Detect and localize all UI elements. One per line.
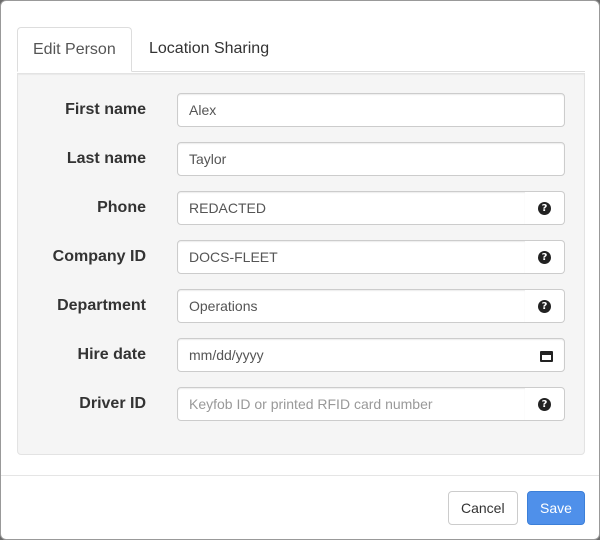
first-name-input[interactable]: Alex (177, 93, 565, 127)
calendar-icon[interactable] (540, 349, 553, 362)
department-help-button[interactable]: ? (525, 289, 565, 323)
last-name-row: Last name Taylor (18, 142, 584, 176)
last-name-input[interactable]: Taylor (177, 142, 565, 176)
edit-person-form: First name Alex Last name Taylor Phone R… (17, 73, 585, 455)
first-name-label: First name (65, 101, 146, 118)
tab-edit-person[interactable]: Edit Person (17, 27, 132, 72)
hire-date-value: mm/dd/yyyy (189, 347, 264, 363)
phone-label: Phone (97, 199, 146, 216)
company-id-input[interactable]: DOCS-FLEET (177, 240, 526, 274)
department-label: Department (57, 297, 146, 314)
department-row: Department Operations ? (18, 289, 584, 323)
tab-location-sharing[interactable]: Location Sharing (134, 27, 284, 72)
department-input[interactable]: Operations (177, 289, 526, 323)
driver-id-help-button[interactable]: ? (525, 387, 565, 421)
hire-date-row: Hire date mm/dd/yyyy (18, 338, 584, 372)
tab-bar: Edit Person Location Sharing (17, 27, 585, 72)
last-name-label: Last name (66, 150, 146, 167)
cancel-button[interactable]: Cancel (448, 491, 518, 525)
phone-help-button[interactable]: ? (525, 191, 565, 225)
first-name-row: First name Alex (18, 93, 584, 127)
driver-id-input[interactable]: Keyfob ID or printed RFID card number (177, 387, 526, 421)
edit-person-modal: Edit Person Location Sharing First name … (0, 0, 600, 540)
driver-id-row: Driver ID Keyfob ID or printed RFID card… (18, 387, 584, 421)
modal-footer-divider (1, 475, 599, 476)
company-id-row: Company ID DOCS-FLEET ? (18, 240, 584, 274)
phone-input[interactable]: REDACTED (177, 191, 526, 225)
question-circle-icon: ? (538, 201, 551, 215)
company-id-label: Company ID (52, 248, 146, 265)
driver-id-label: Driver ID (79, 395, 146, 412)
question-circle-icon: ? (538, 250, 551, 264)
hire-date-label: Hire date (77, 346, 146, 363)
hire-date-input[interactable]: mm/dd/yyyy (177, 338, 565, 372)
question-circle-icon: ? (538, 299, 551, 313)
company-id-help-button[interactable]: ? (525, 240, 565, 274)
question-circle-icon: ? (538, 397, 551, 411)
save-button[interactable]: Save (527, 491, 585, 525)
phone-row: Phone REDACTED ? (18, 191, 584, 225)
